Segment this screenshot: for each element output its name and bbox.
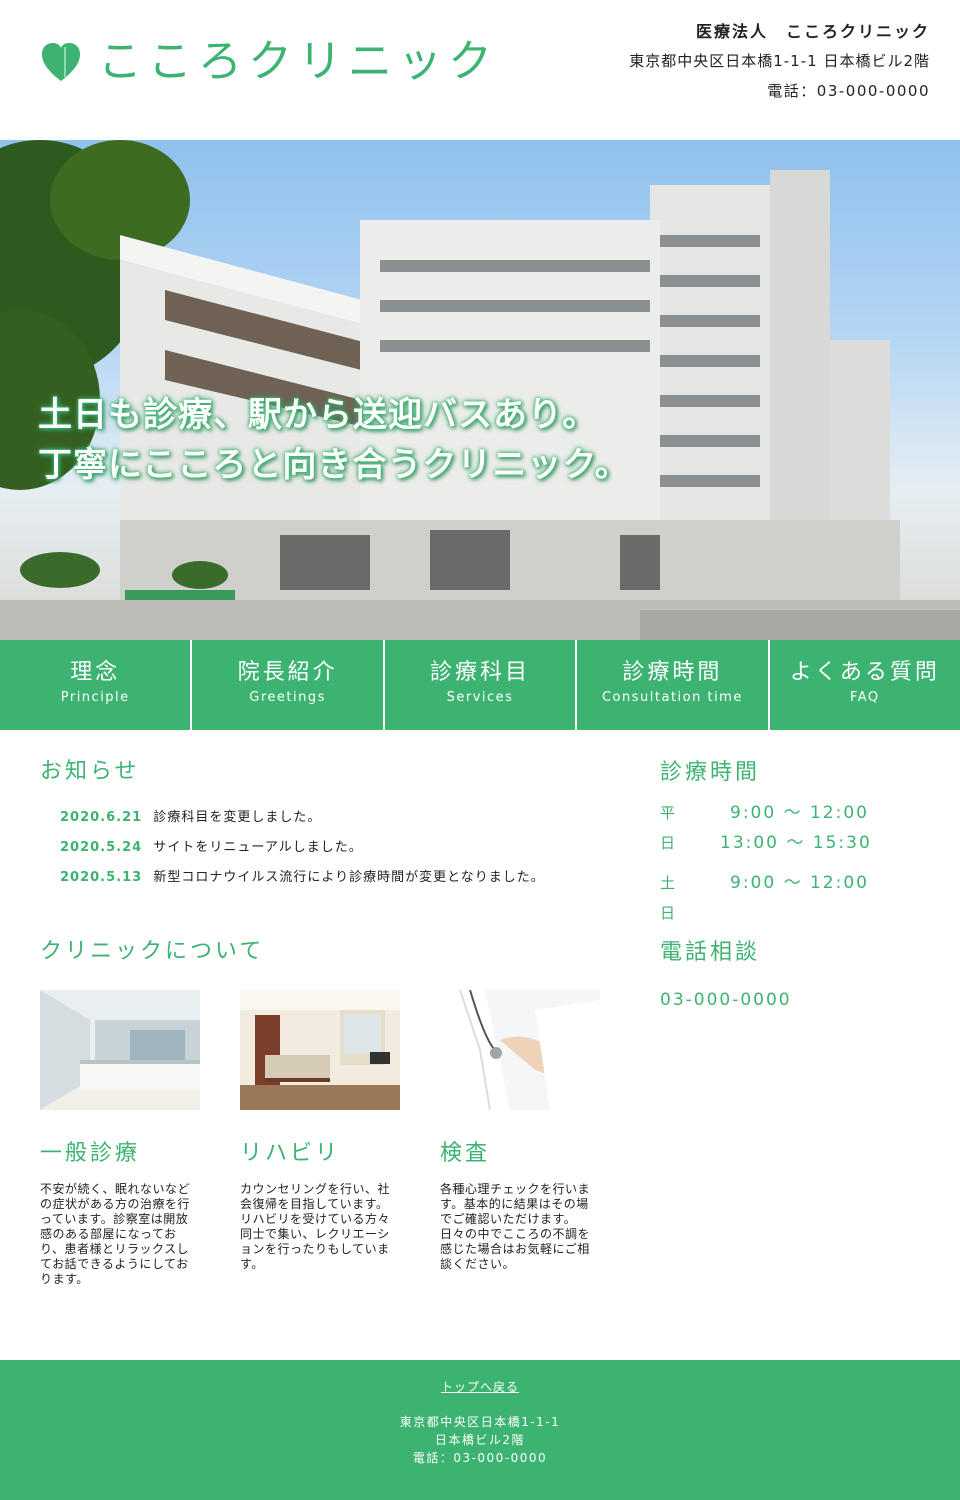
nav-label: 院長紹介 (237, 660, 338, 685)
corporation-name: 医療法人 こころクリニック (695, 22, 930, 41)
header-phone: 電話：03-000-0000 (767, 82, 930, 100)
hallway-image (40, 990, 200, 1110)
news-text: 新型コロナウイルス流行により診療時間が変更となりました。 (153, 870, 545, 885)
doctor-stethoscope-image (440, 990, 600, 1110)
logo-text: こころクリニック (98, 36, 498, 87)
news-item[interactable]: 2020.5.13 新型コロナウイルス流行により診療時間が変更となりました。 (60, 868, 545, 888)
service-card-rehab: リハビリ カウンセリングを行い、社会復帰を目指しています。リハビリを受けている方… (240, 990, 400, 1272)
hours-heading: 診療時間 (660, 760, 761, 785)
card-text: カウンセリングを行い、社会復帰を目指しています。リハビリを受けている方々同士で集… (240, 1182, 391, 1271)
phone-consult-number[interactable]: 03-000-0000 (660, 990, 792, 1010)
site-logo[interactable]: こころクリニック (40, 38, 498, 86)
nav-sublabel: Consultation time (601, 690, 743, 705)
service-card-general: 一般診療 不安が続く、眠れないなどの症状がある方の治療を行っています。診察室は開… (40, 990, 200, 1287)
nav-greetings[interactable]: 院長紹介 Greetings (192, 640, 383, 730)
header-contact: 医療法人 こころクリニック 東京都中央区日本橋1-1-1 日本橋ビル2階 電話：… (629, 20, 930, 102)
hours-day-weekend: 土日 (660, 874, 678, 922)
nav-label: 診療時間 (622, 660, 723, 685)
news-list: 2020.6.21 診療科目を変更しました。 2020.5.24 サイトをリニュ… (60, 808, 545, 898)
site-header: こころクリニック 医療法人 こころクリニック 東京都中央区日本橋1-1-1 日本… (0, 0, 960, 140)
heart-logo-icon (42, 43, 80, 81)
news-item[interactable]: 2020.6.21 診療科目を変更しました。 (60, 808, 545, 828)
nav-label: 診療科目 (430, 660, 531, 685)
news-text: サイトをリニューアルしました。 (153, 840, 363, 855)
site-footer: トップへ戻る 東京都中央区日本橋1-1-1 日本橋ビル2階 電話：03-000-… (0, 1360, 960, 1500)
news-date: 2020.5.24 (60, 840, 143, 855)
nav-sublabel: Principle (60, 690, 130, 705)
nav-sublabel: Services (446, 690, 514, 705)
hours-time: 9:00 ～ 12:00 (730, 873, 869, 893)
footer-address-line-2: 日本橋ビル2階 (434, 1433, 526, 1447)
hours-time: 13:00 ～ 15:30 (720, 833, 872, 853)
header-address: 東京都中央区日本橋1-1-1 日本橋ビル2階 (629, 52, 930, 70)
hero-catchcopy: 土日も診療、駅から送迎バスあり。 丁寧にこころと向き合うクリニック。 (38, 390, 630, 490)
hours-time: 9:00 ～ 12:00 (730, 803, 869, 823)
back-to-top-link[interactable]: トップへ戻る (441, 1378, 519, 1395)
card-title: 検査 (440, 1141, 491, 1166)
nav-principle[interactable]: 理念 Principle (0, 640, 191, 730)
nav-consultation-time[interactable]: 診療時間 Consultation time (577, 640, 768, 730)
about-heading: クリニックについて (40, 939, 265, 964)
card-text: 不安が続く、眠れないなどの症状がある方の治療を行っています。診察室は開放感のある… (40, 1182, 191, 1286)
news-item[interactable]: 2020.5.24 サイトをリニューアルしました。 (60, 838, 545, 858)
news-text: 診療科目を変更しました。 (153, 810, 322, 825)
card-text: 各種心理チェックを行います。基本的に結果はその場でご確認いただけます。日々の中で… (440, 1182, 591, 1271)
hero-banner: 土日も診療、駅から送迎バスあり。 丁寧にこころと向き合うクリニック。 (0, 140, 960, 640)
hero-line-1: 土日も診療、駅から送迎バスあり。 (38, 395, 598, 435)
nav-faq[interactable]: よくある質問 FAQ (769, 640, 960, 730)
card-title: 一般診療 (40, 1141, 141, 1166)
hero-line-2: 丁寧にこころと向き合うクリニック。 (38, 445, 630, 485)
footer-phone: 電話：03-000-0000 (412, 1451, 548, 1465)
phone-consult-heading: 電話相談 (660, 940, 761, 965)
news-date: 2020.6.21 (60, 810, 143, 825)
patient-room-image (240, 990, 400, 1110)
nav-services[interactable]: 診療科目 Services (384, 640, 576, 730)
footer-contact: 東京都中央区日本橋1-1-1 日本橋ビル2階 電話：03-000-0000 (0, 1413, 960, 1467)
service-card-exam: 検査 各種心理チェックを行います。基本的に結果はその場でご確認いただけます。日々… (440, 990, 600, 1272)
news-date: 2020.5.13 (60, 870, 143, 885)
main-navigation: 理念 Principle 院長紹介 Greetings 診療科目 Service… (0, 640, 960, 730)
nav-sublabel: Greetings (249, 690, 326, 705)
footer-address-line-1: 東京都中央区日本橋1-1-1 (399, 1415, 561, 1429)
nav-label: 理念 (70, 660, 121, 685)
nav-sublabel: FAQ (849, 690, 880, 705)
card-title: リハビリ (240, 1141, 341, 1166)
news-heading: お知らせ (40, 759, 140, 784)
nav-label: よくある質問 (789, 660, 940, 685)
hours-day-weekday: 平日 (660, 804, 678, 852)
